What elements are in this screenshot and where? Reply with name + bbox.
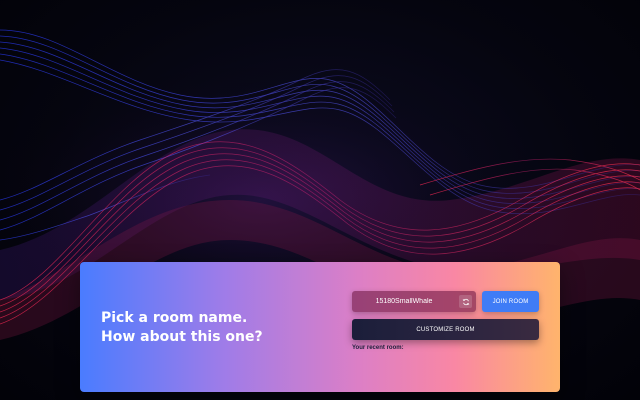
regenerate-name-button[interactable] bbox=[459, 295, 472, 308]
prompt-line-2: How about this one? bbox=[101, 329, 263, 345]
prompt-line-1: Pick a room name. bbox=[101, 310, 248, 326]
room-name-field bbox=[352, 291, 476, 312]
room-prompt-heading: Pick a room name. How about this one? bbox=[101, 309, 263, 347]
customize-room-button[interactable]: CUSTOMIZE ROOM bbox=[352, 319, 539, 340]
join-room-button[interactable]: JOIN ROOM bbox=[482, 291, 539, 312]
refresh-icon bbox=[462, 298, 469, 305]
room-name-input[interactable] bbox=[352, 291, 456, 312]
page-background: Pick a room name. How about this one? JO… bbox=[0, 0, 640, 400]
room-picker-panel: Pick a room name. How about this one? JO… bbox=[80, 262, 560, 392]
recent-room-label: Your recent room: bbox=[352, 345, 404, 351]
